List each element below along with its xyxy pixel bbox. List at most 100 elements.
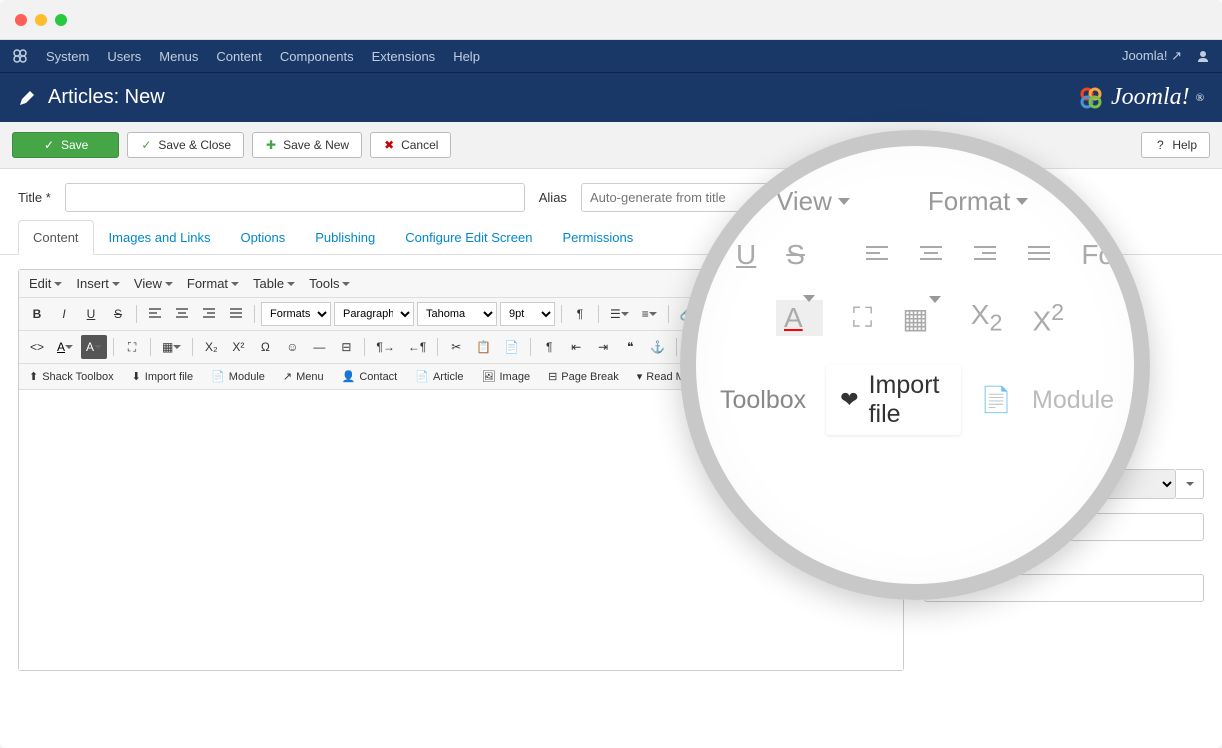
dropdown-toggle[interactable]: [1176, 469, 1204, 499]
image-icon: 🖼: [482, 370, 496, 383]
download-icon: ⬇: [132, 370, 141, 383]
styles-button[interactable]: ¶: [568, 302, 592, 326]
copy-button[interactable]: 📋: [471, 335, 496, 359]
mag-module-icon: 📄: [981, 386, 1012, 415]
save-close-button[interactable]: ✓ Save & Close: [127, 132, 244, 158]
article-icon: 📄: [415, 370, 429, 383]
mag-align-justify-icon: [1027, 245, 1051, 265]
read-more-icon: ▾: [637, 370, 643, 383]
emoji-button[interactable]: ☺: [280, 335, 304, 359]
mag-icons-row2: A ⛶ ▦ X2 X2: [716, 299, 1114, 337]
save-button[interactable]: ✓ Save: [12, 132, 119, 158]
numbered-list-button[interactable]: ≡: [637, 302, 662, 326]
paste-button[interactable]: 📄: [499, 335, 524, 359]
textcolor-button[interactable]: A: [52, 335, 78, 359]
align-justify-button[interactable]: [224, 302, 248, 326]
module-icon: 📄: [211, 370, 225, 383]
mag-textcolor-icon: A: [776, 300, 823, 336]
help-button[interactable]: ? Help: [1141, 132, 1210, 158]
contact-button[interactable]: 👤Contact: [338, 368, 402, 385]
editor-menu-tools[interactable]: Tools: [309, 276, 350, 291]
menu-components[interactable]: Components: [280, 49, 354, 64]
mag-module: Module: [1032, 386, 1114, 415]
tab-content[interactable]: Content: [18, 220, 94, 255]
align-center-button[interactable]: [170, 302, 194, 326]
tab-publishing[interactable]: Publishing: [300, 220, 390, 255]
contact-icon: 👤: [342, 370, 356, 383]
editor-menu-format[interactable]: Format: [187, 276, 239, 291]
menu-button[interactable]: ↗Menu: [279, 368, 328, 385]
editor-menu-edit[interactable]: Edit: [29, 276, 62, 291]
font-select[interactable]: Tahoma: [417, 302, 497, 326]
bold-button[interactable]: B: [25, 302, 49, 326]
indent-button[interactable]: ⇥: [591, 335, 615, 359]
mag-import-file-highlight: ❤ Import file: [826, 365, 961, 435]
tab-images-links[interactable]: Images and Links: [94, 220, 226, 255]
joomla-icon[interactable]: [12, 48, 28, 64]
mag-buttons-row: Toolbox ❤ Import file 📄 Module: [716, 365, 1114, 435]
pencil-icon: [18, 89, 36, 107]
show-blocks-button[interactable]: ¶: [537, 335, 561, 359]
menu-extensions[interactable]: Extensions: [372, 49, 436, 64]
tab-options[interactable]: Options: [225, 220, 300, 255]
menu-help[interactable]: Help: [453, 49, 480, 64]
quote-button[interactable]: ❝: [618, 335, 642, 359]
app-window: System Users Menus Content Components Ex…: [0, 0, 1222, 748]
magnifier-overlay: View Format U S Fo A ⛶ ▦ X2 X2: [680, 130, 1150, 600]
title-input[interactable]: [65, 183, 525, 212]
page-title: Articles: New: [48, 86, 165, 109]
image-insert-button[interactable]: 🖼Image: [478, 368, 535, 385]
outdent-button[interactable]: ⇤: [564, 335, 588, 359]
rtl-button[interactable]: ←¶: [403, 335, 431, 359]
save-new-button[interactable]: ✚ Save & New: [252, 132, 362, 158]
underline-button[interactable]: U: [79, 302, 103, 326]
table-button[interactable]: ▦: [157, 335, 186, 359]
menu-system[interactable]: System: [46, 49, 89, 64]
maximize-window-button[interactable]: [55, 14, 67, 26]
mag-download-icon: ❤: [840, 387, 858, 413]
omega-button[interactable]: Ω: [253, 335, 277, 359]
menu-menus[interactable]: Menus: [159, 49, 198, 64]
brand-link[interactable]: Joomla! ↗: [1122, 48, 1182, 64]
editor-menu-table[interactable]: Table: [253, 276, 295, 291]
mag-table-icon: ▦: [902, 302, 940, 335]
subscript-button[interactable]: X₂: [199, 335, 223, 359]
editor-menu-insert[interactable]: Insert: [76, 276, 120, 291]
close-window-button[interactable]: [15, 14, 27, 26]
alias-label: Alias: [539, 190, 567, 205]
align-right-button[interactable]: [197, 302, 221, 326]
strike-button[interactable]: S: [106, 302, 130, 326]
page-break-button[interactable]: ⊟Page Break: [544, 368, 623, 385]
paragraph-select[interactable]: Paragraph: [334, 302, 414, 326]
anchor-button[interactable]: ⚓: [645, 335, 670, 359]
article-button[interactable]: 📄Article: [411, 368, 467, 385]
formats-select[interactable]: Formats: [261, 302, 331, 326]
menu-users[interactable]: Users: [107, 49, 141, 64]
pagebreak-icon-button[interactable]: ⊟: [334, 335, 358, 359]
editor-menu-view[interactable]: View: [134, 276, 173, 291]
user-icon[interactable]: [1196, 49, 1210, 63]
hr-button[interactable]: —: [307, 335, 331, 359]
code-button[interactable]: <>: [25, 335, 49, 359]
module-button[interactable]: 📄Module: [207, 368, 269, 385]
bgcolor-button[interactable]: A: [81, 335, 107, 359]
ltr-button[interactable]: ¶→: [371, 335, 399, 359]
cut-button[interactable]: ✂: [444, 335, 468, 359]
check-icon: ✓: [140, 139, 152, 151]
menu-content[interactable]: Content: [216, 49, 262, 64]
cancel-button[interactable]: ✖ Cancel: [370, 132, 451, 158]
shack-toolbox-button[interactable]: ⬆Shack Toolbox: [25, 368, 118, 385]
mag-sup-icon: X2: [1032, 299, 1064, 337]
fontsize-select[interactable]: 9pt: [500, 302, 555, 326]
minimize-window-button[interactable]: [35, 14, 47, 26]
italic-button[interactable]: I: [52, 302, 76, 326]
cancel-icon: ✖: [383, 139, 395, 151]
superscript-button[interactable]: X²: [226, 335, 250, 359]
align-left-button[interactable]: [143, 302, 167, 326]
fullscreen-button[interactable]: ⛶: [120, 335, 144, 359]
import-file-button[interactable]: ⬇Import file: [128, 368, 198, 385]
bullet-list-button[interactable]: ☰: [605, 302, 634, 326]
mag-underline-icon: U: [736, 239, 756, 271]
tab-configure-edit[interactable]: Configure Edit Screen: [390, 220, 547, 255]
tab-permissions[interactable]: Permissions: [547, 220, 648, 255]
